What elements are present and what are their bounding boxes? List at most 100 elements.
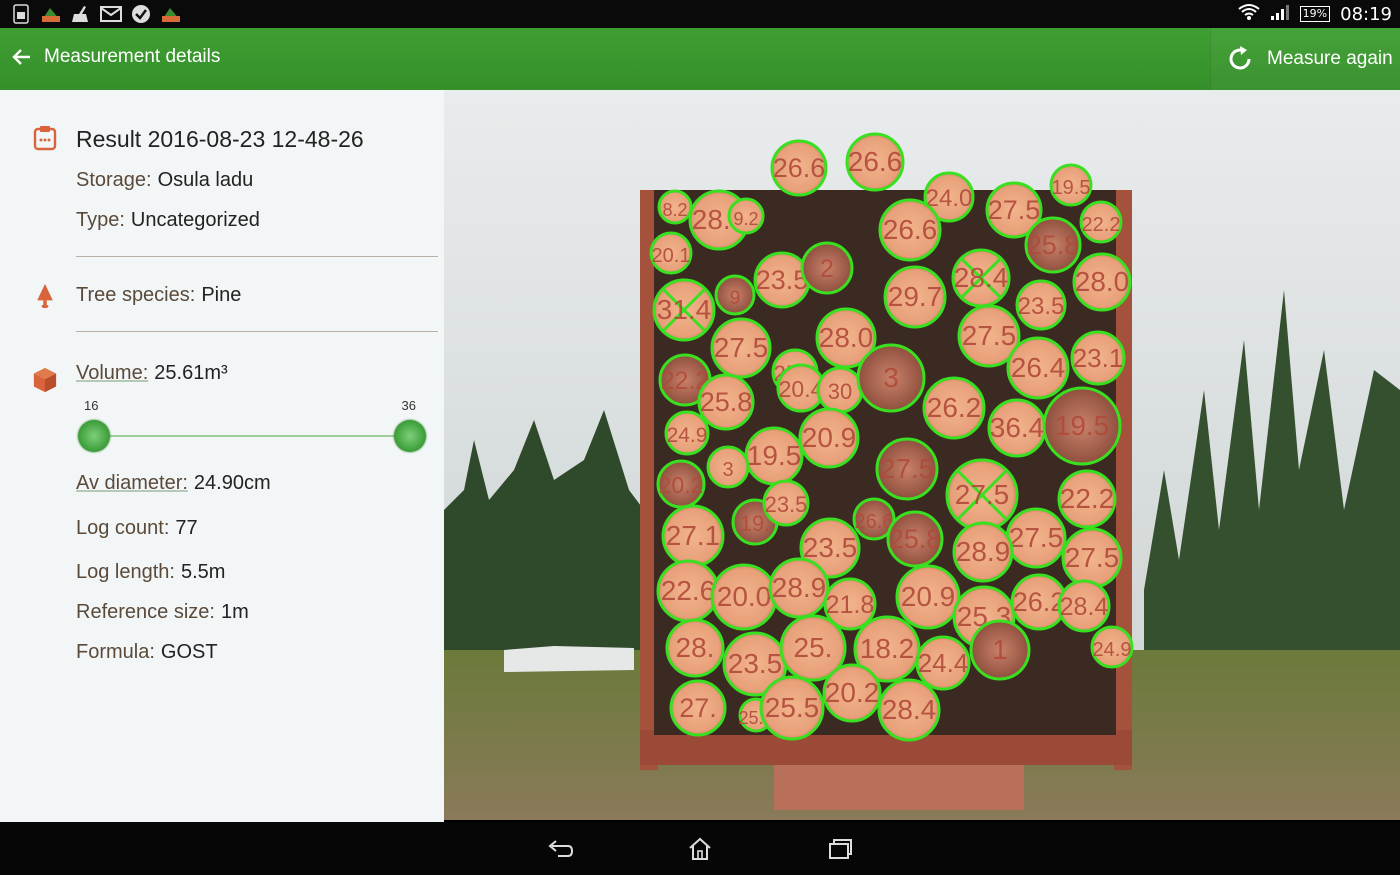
log-diameter-label: 9 (730, 288, 741, 309)
volume-label-link[interactable]: Volume: (76, 362, 148, 384)
log-detection[interactable]: 31.4 (652, 278, 716, 342)
cube-icon (33, 367, 57, 393)
log-detection[interactable]: 2 (800, 241, 854, 295)
log-detection[interactable]: 28.4 (1057, 579, 1111, 633)
log-diameter-label: 25.8 (700, 387, 753, 417)
log-detection[interactable]: 25.5 (759, 675, 825, 741)
log-detection[interactable]: 28.9 (952, 521, 1014, 583)
log-diameter-label: 24.0 (926, 185, 973, 212)
log-detection[interactable]: 19.5 (1049, 163, 1093, 207)
log-detection[interactable]: 27.1 (661, 504, 725, 568)
log-length-row: Log length: 5.5m (76, 561, 225, 584)
log-detection[interactable]: 28.4 (877, 678, 941, 742)
slider-max-handle[interactable] (394, 420, 426, 452)
recents-icon (829, 839, 852, 859)
log-detection[interactable]: 29.7 (883, 265, 947, 329)
result-title: Result 2016-08-23 12-48-26 (76, 126, 364, 152)
log-detection[interactable]: 23.5 (753, 251, 811, 309)
log-detection[interactable]: 20.9 (798, 407, 860, 469)
log-detection[interactable]: 28. (665, 618, 725, 678)
slider-min-handle[interactable] (78, 420, 110, 452)
log-detection[interactable]: 27.5 (1005, 507, 1067, 569)
nav-back-button[interactable] (546, 836, 574, 862)
log-detection[interactable]: 22.2 (1079, 200, 1123, 244)
log-detection[interactable]: 20.9 (895, 564, 961, 630)
log-diameter-label: 3 (722, 459, 733, 481)
log-detection[interactable]: 28.4 (951, 248, 1011, 308)
av-diameter-label-link[interactable]: Av diameter: (76, 472, 188, 494)
log-pile-image: 26.6 26.624.0 27.519.58.2 28.99.2 26.6 25.822… (444, 90, 1400, 820)
log-detection[interactable]: 27. (669, 679, 727, 737)
log-detection[interactable]: 19.5 (744, 426, 804, 486)
log-detection[interactable]: 26.6 (770, 139, 828, 197)
log-detection[interactable]: 22.6 (656, 559, 720, 623)
log-detection[interactable]: 19.5 (1042, 386, 1122, 466)
log-detection[interactable]: 23.5 (1015, 279, 1067, 331)
log-detection[interactable]: 20.2 (822, 663, 882, 723)
log-detection[interactable]: 27.5 (710, 317, 772, 379)
mail-icon (100, 3, 122, 25)
log-diameter-label: 28.4 (1060, 593, 1109, 621)
storage-row: Storage: Osula ladu (76, 169, 253, 192)
arrow-left-icon (12, 49, 30, 65)
log-detection[interactable]: 30 (816, 366, 864, 414)
log-detection[interactable]: 26.2 (922, 376, 986, 440)
slider-max-label: 36 (401, 398, 416, 413)
log-detection[interactable]: 8.2 (657, 189, 693, 225)
log-detection[interactable]: 26.4 (1006, 336, 1070, 400)
log-detection[interactable]: 3 (706, 445, 750, 489)
log-detection[interactable]: 22.2 (1057, 469, 1117, 529)
log-diameter-label: 22.2 (1060, 483, 1115, 514)
log-detection[interactable]: 28.0 (1072, 252, 1132, 312)
volume-row: Volume: 25.61m³ (76, 362, 228, 385)
log-detection[interactable]: 24.4 (915, 635, 971, 691)
refresh-icon (1229, 46, 1251, 70)
details-panel: Result 2016-08-23 12-48-26 Storage: Osula… (0, 90, 444, 822)
log-detection[interactable]: 25.8 (1024, 216, 1082, 274)
nav-recents-button[interactable] (826, 836, 854, 862)
log-diameter-label: 26.2 (1013, 587, 1066, 617)
log-diameter-label: 25.5 (765, 692, 820, 723)
log-detection[interactable]: 28.9 (768, 557, 830, 619)
log-diameter-label: 36.4 (990, 412, 1045, 443)
log-detection[interactable]: 1 (969, 619, 1031, 681)
back-button[interactable] (6, 42, 36, 72)
diameter-range-slider[interactable]: 16 36 (78, 390, 426, 452)
measure-again-button[interactable]: Measure again (1210, 28, 1400, 90)
log-diameter-label: 24.9 (667, 424, 708, 447)
check-circle-icon (130, 3, 152, 25)
log-detection[interactable]: 9.2 (727, 197, 765, 235)
log-detection[interactable]: 27.5 (875, 437, 939, 501)
log-detection[interactable]: 25.8 (697, 373, 755, 431)
signal-icon (1270, 3, 1290, 26)
log-detection[interactable]: 9 (714, 274, 756, 316)
log-detection[interactable]: 24.9 (664, 410, 710, 456)
log-detection[interactable]: 24.9 (1090, 625, 1134, 669)
log-diameter-label: 27.5 (988, 195, 1041, 225)
log-detection[interactable]: 25.8 (886, 510, 944, 568)
log-detection[interactable]: 20.2 (656, 459, 706, 509)
log-diameter-label: 28.0 (819, 322, 874, 353)
log-diameter-label: 26.6 (848, 146, 903, 177)
broom-icon (70, 3, 92, 25)
clipboard-icon (33, 126, 57, 151)
log-detection[interactable]: 36.4 (987, 398, 1047, 458)
measurement-photo[interactable]: 26.6 26.6 24.0 27.5 19.5 8.2 28.9 9.2 26.6 25.8 22… (444, 90, 1400, 820)
log-detection[interactable]: 3 (856, 343, 926, 413)
log-diameter-label: 23.5 (803, 532, 858, 563)
log-detection[interactable]: 23.1 (1070, 330, 1126, 386)
log-diameter-label: 26.6 (883, 214, 938, 245)
log-detection[interactable]: 27.5 (1061, 527, 1123, 589)
log-detection[interactable]: 26.6 (845, 132, 905, 192)
log-detection[interactable]: 26.6 (878, 198, 942, 262)
log-diameter-label: 26.6 (855, 511, 894, 533)
log-detection[interactable]: 20.1 (649, 231, 693, 275)
log-diameter-label: 23.1 (1073, 343, 1124, 373)
log-detection[interactable]: 23.5 (762, 479, 810, 527)
storage-value: Osula ladu (157, 169, 254, 191)
nav-home-button[interactable] (686, 836, 714, 862)
slider-track[interactable] (94, 435, 410, 437)
log-detection[interactable]: 20.0 (710, 563, 778, 631)
log-detection[interactable]: 27.5 (945, 458, 1019, 532)
log-diameter-label: 26.2 (927, 392, 982, 423)
